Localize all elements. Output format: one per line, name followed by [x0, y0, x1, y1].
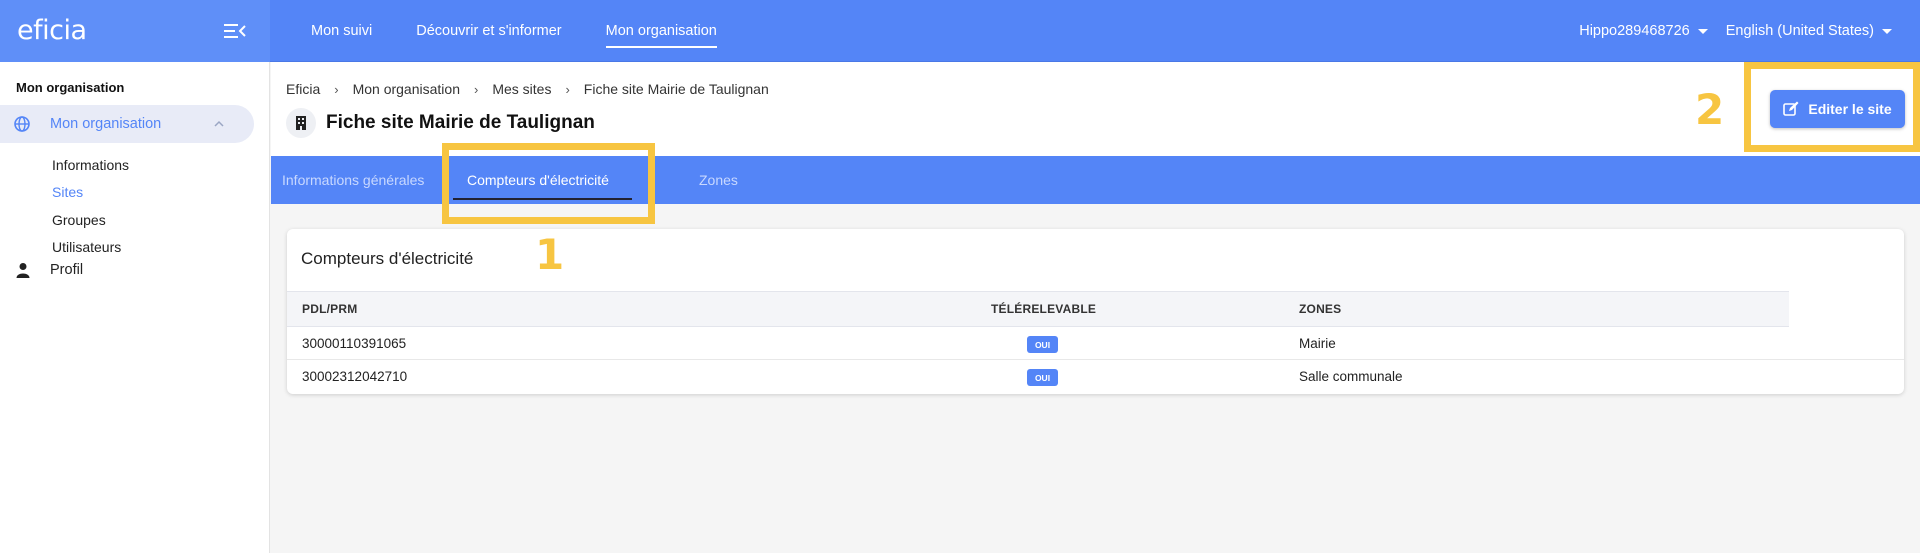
sidebar-item-utilisateurs[interactable]: Utilisateurs: [52, 239, 121, 255]
column-header-pdl[interactable]: PDL/PRM: [302, 302, 357, 316]
breadcrumb-mes-sites[interactable]: Mes sites: [492, 81, 551, 97]
caret-down-icon: [1882, 28, 1892, 34]
cell-zone: Salle communale: [1299, 369, 1403, 384]
breadcrumb-eficia[interactable]: Eficia: [286, 81, 320, 97]
main-nav: Mon suivi Découvrir et s'informer Mon or…: [311, 0, 761, 62]
page-header: Eficia › Mon organisation › Mes sites › …: [271, 62, 1920, 156]
status-badge: OUI: [1027, 336, 1058, 353]
card-title: Compteurs d'électricité: [301, 249, 474, 268]
language-label: English (United States): [1725, 23, 1874, 39]
highlight-box-tab: [442, 143, 655, 224]
page-title: Fiche site Mairie de Taulignan: [326, 112, 595, 133]
meters-card: Compteurs d'électricité PDL/PRM TÉLÉRELE…: [287, 229, 1904, 394]
app-root: eficia Mon suivi Découvrir et s'informer…: [0, 0, 1920, 553]
sidebar-item-label: Mon organisation: [50, 116, 162, 132]
sidebar: Mon organisation Mon organisation Inform…: [0, 62, 270, 553]
callout-number-2: 2: [1695, 85, 1725, 134]
status-badge: OUI: [1027, 369, 1058, 386]
sidebar-title: Mon organisation: [16, 80, 125, 95]
user-name: Hippo289468726: [1579, 23, 1690, 39]
column-header-telerelevable[interactable]: TÉLÉRELEVABLE: [991, 302, 1096, 316]
sidebar-item-groupes[interactable]: Groupes: [52, 212, 106, 228]
top-bar: eficia Mon suivi Découvrir et s'informer…: [0, 0, 1920, 62]
title-row: Fiche site Mairie de Taulignan: [286, 108, 595, 138]
tab-zones[interactable]: Zones: [699, 156, 738, 204]
table-row[interactable]: 30002312042710 OUI Salle communale: [287, 360, 1904, 393]
cell-zone: Mairie: [1299, 336, 1336, 351]
cell-pdl: 30002312042710: [302, 369, 408, 384]
user-menu[interactable]: Hippo289468726: [1579, 23, 1708, 39]
table-header: PDL/PRM TÉLÉRELEVABLE ZONES: [287, 291, 1789, 327]
edit-site-button[interactable]: Editer le site: [1770, 90, 1905, 128]
eficia-logo[interactable]: eficia: [17, 15, 87, 46]
sidebar-item-mon-organisation[interactable]: Mon organisation: [0, 105, 254, 143]
nav-mon-suivi[interactable]: Mon suivi: [311, 0, 372, 62]
sidebar-item-profil[interactable]: Profil: [0, 255, 254, 285]
chevron-right-icon: ›: [565, 81, 570, 97]
language-menu[interactable]: English (United States): [1726, 23, 1892, 39]
building-icon: [286, 108, 316, 138]
collapse-menu-icon[interactable]: [224, 22, 246, 40]
tab-informations-generales[interactable]: Informations générales: [282, 156, 424, 204]
callout-number-1: 1: [535, 230, 565, 279]
nav-mon-organisation[interactable]: Mon organisation: [605, 0, 718, 62]
globe-icon: [14, 116, 30, 132]
breadcrumb: Eficia › Mon organisation › Mes sites › …: [286, 81, 769, 97]
sidebar-item-informations[interactable]: Informations: [52, 157, 129, 173]
nav-decouvrir[interactable]: Découvrir et s'informer: [416, 0, 561, 62]
chevron-up-icon[interactable]: [213, 118, 225, 130]
cell-pdl: 30000110391065: [302, 336, 407, 351]
chevron-right-icon: ›: [334, 81, 339, 97]
person-icon: [16, 263, 30, 278]
edit-icon: [1783, 101, 1799, 116]
chevron-right-icon: ›: [473, 81, 479, 97]
breadcrumb-mon-organisation[interactable]: Mon organisation: [353, 81, 460, 97]
table-row[interactable]: 30000110391065 OUI Mairie: [287, 327, 1904, 360]
edit-button-label: Editer le site: [1808, 101, 1892, 117]
caret-down-icon: [1697, 28, 1708, 34]
breadcrumb-current: Fiche site Mairie de Taulignan: [583, 81, 769, 97]
logo-area: eficia: [0, 0, 270, 62]
sidebar-item-sites[interactable]: Sites: [52, 184, 83, 200]
column-header-zones[interactable]: ZONES: [1299, 302, 1341, 316]
sidebar-item-label: Profil: [50, 262, 84, 278]
top-right-menu: Hippo289468726 English (United States): [1561, 0, 1892, 62]
